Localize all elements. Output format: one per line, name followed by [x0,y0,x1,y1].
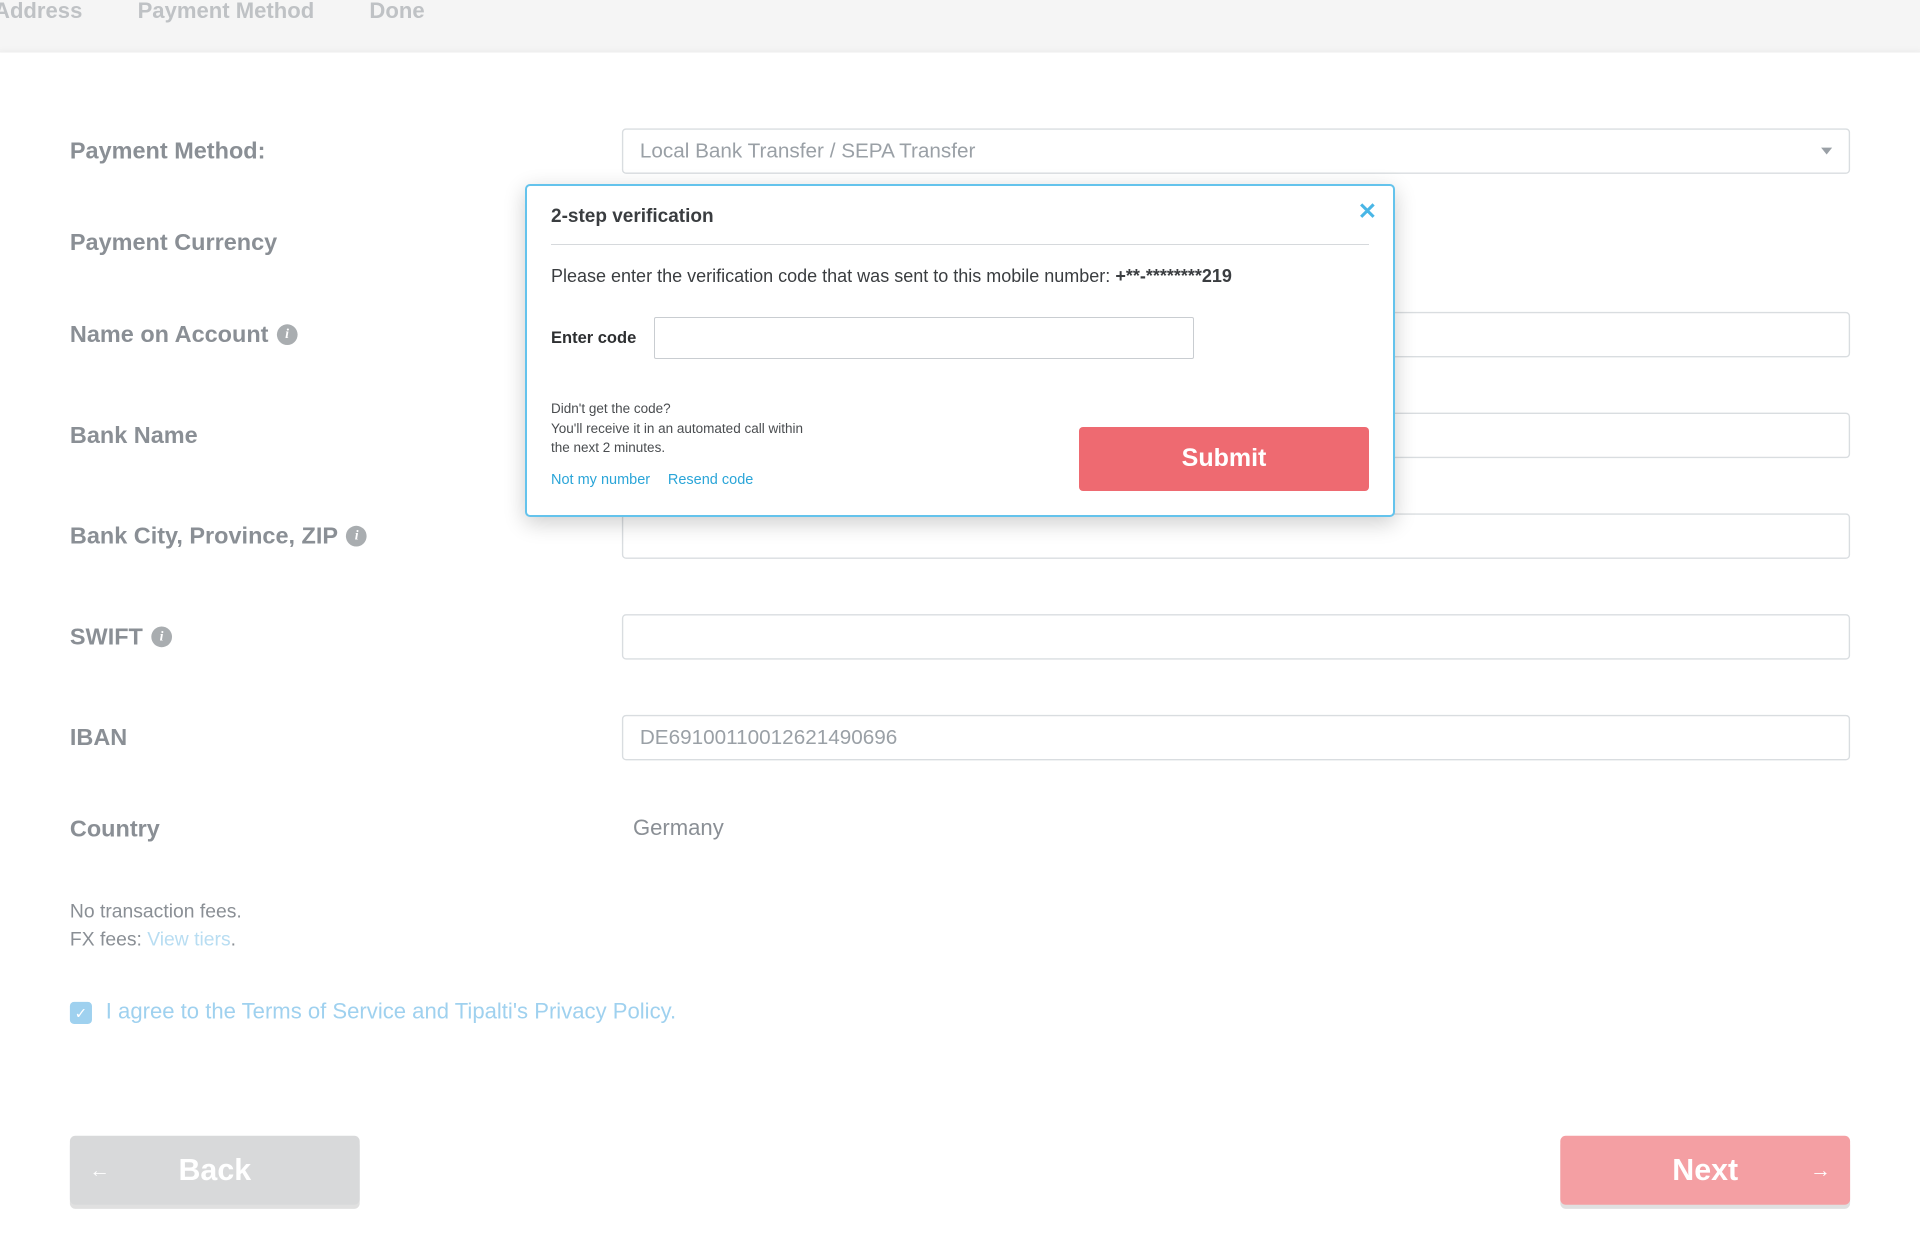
modal-instructions: Please enter the verification code that … [551,263,1369,289]
masked-phone: +**-********219 [1115,266,1232,286]
auto-call-text: You'll receive it in an automated call w… [551,419,821,458]
modal-title: 2-step verification [551,206,1369,245]
enter-code-label: Enter code [551,329,636,348]
arrow-right-icon: → [1810,1159,1831,1182]
verification-modal: ✕ 2-step verification Please enter the v… [525,184,1395,517]
submit-button[interactable]: Submit [1079,427,1369,491]
didnt-get-code-text: Didn't get the code? [551,399,821,419]
resend-code-link[interactable]: Resend code [668,472,753,488]
verification-code-input[interactable] [654,317,1194,359]
close-icon[interactable]: ✕ [1358,200,1377,223]
arrow-left-icon: ← [89,1159,110,1182]
not-my-number-link[interactable]: Not my number [551,472,650,488]
modal-backdrop [0,0,1920,1159]
